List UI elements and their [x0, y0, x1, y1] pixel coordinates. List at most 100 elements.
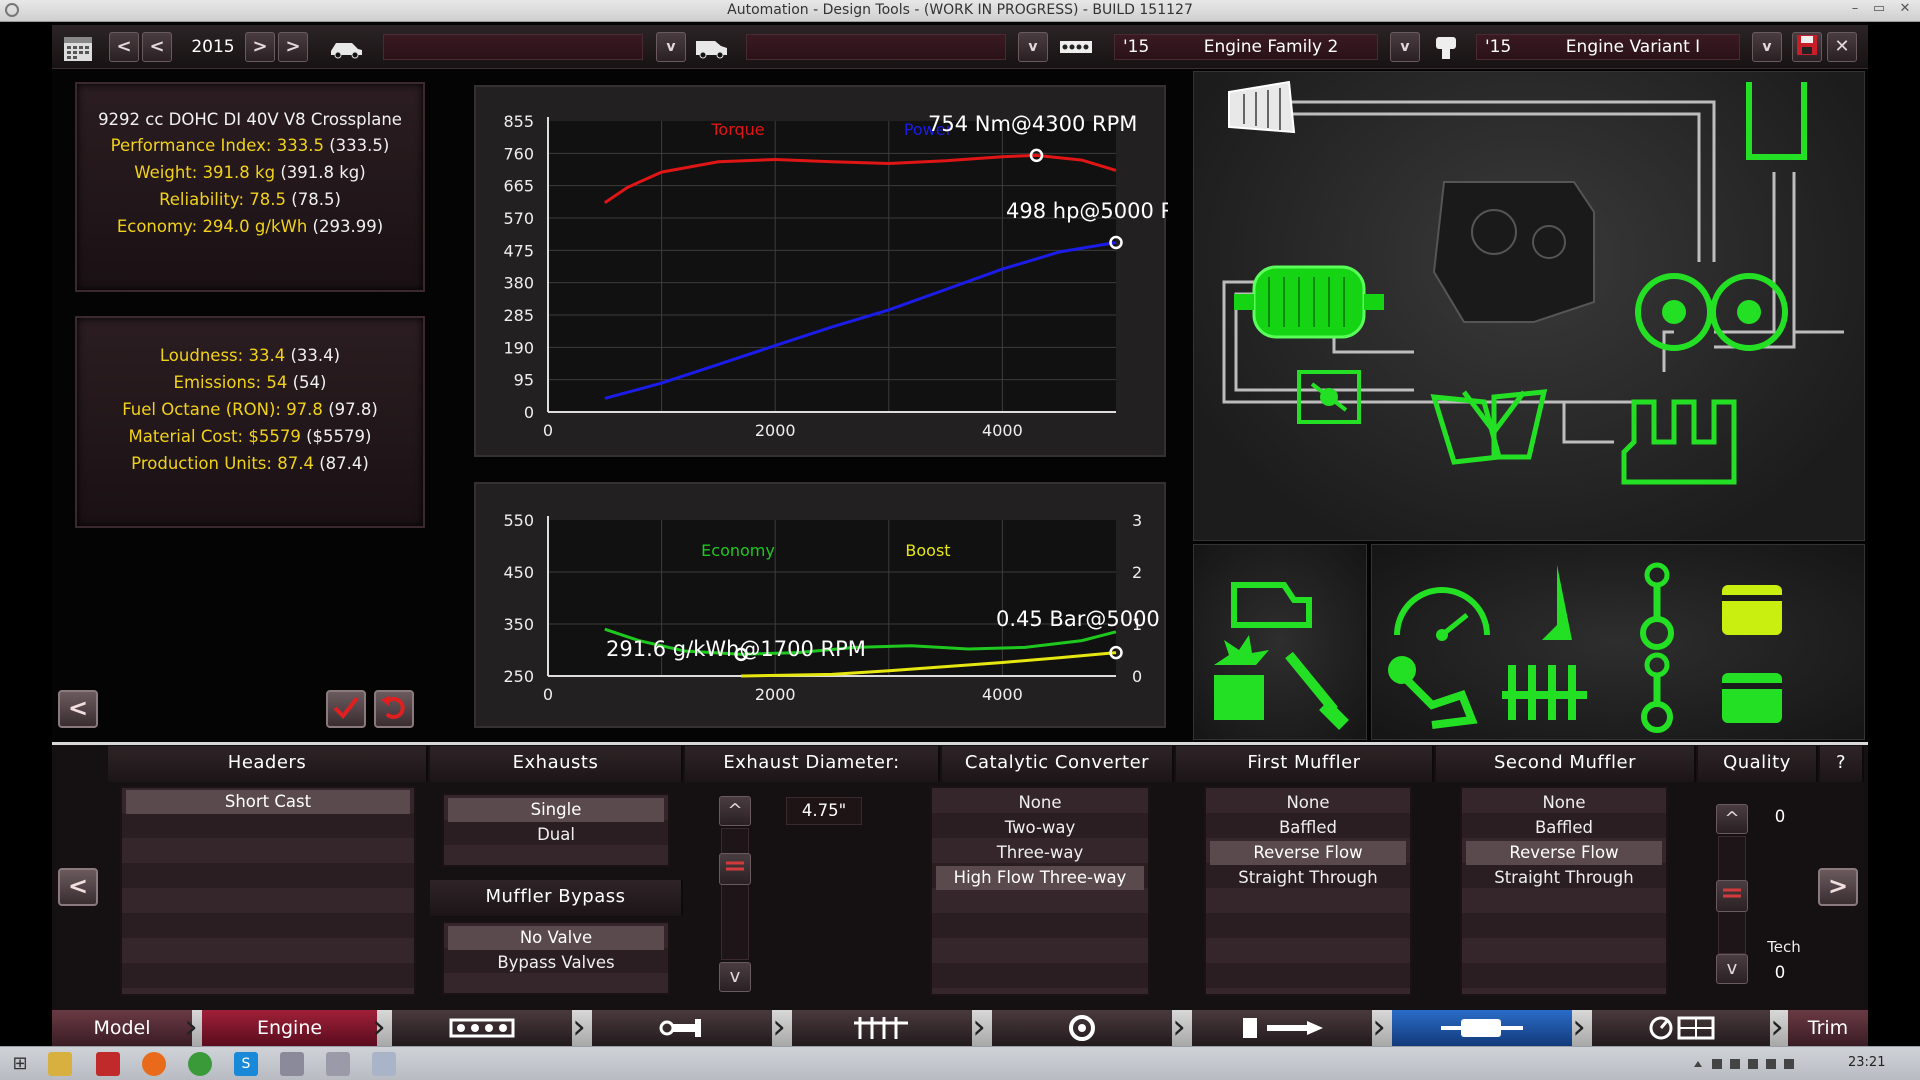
engine-damage-icon[interactable] — [1214, 635, 1269, 720]
exhaust-diameter-title: Exhaust Diameter: — [685, 746, 940, 782]
system-tray-icons[interactable] — [1690, 1055, 1810, 1073]
nav-engine[interactable]: Engine — [202, 1010, 377, 1046]
window-titlebar: Automation - Design Tools - (WORK IN PRO… — [0, 0, 1920, 22]
list-option[interactable]: Three-way — [936, 841, 1144, 865]
taskbar-app-icon[interactable] — [96, 1052, 120, 1076]
list-option[interactable]: Single — [448, 798, 664, 822]
model-family-dropdown-button[interactable]: v — [656, 32, 686, 62]
taskbar-app-icon-2[interactable] — [326, 1052, 350, 1076]
windows-start-icon[interactable]: ⊞ — [8, 1052, 32, 1076]
stat-label: Material Cost: — [128, 427, 244, 446]
list-option[interactable]: Reverse Flow — [1210, 841, 1406, 865]
engine-block-nav-icon — [449, 1018, 515, 1038]
intake-manifold-icon[interactable] — [1502, 665, 1587, 720]
nav-crank-tab[interactable] — [592, 1010, 772, 1046]
list-option[interactable]: Dual — [448, 823, 664, 847]
nav-head-tab[interactable] — [792, 1010, 972, 1046]
engine-family-dropdown-button[interactable]: v — [1390, 32, 1420, 62]
nav-trim[interactable]: Trim — [1788, 1010, 1868, 1046]
prev-section-button[interactable]: < — [58, 868, 98, 906]
engine-family-field[interactable]: '15 Engine Family 2 — [1114, 34, 1378, 60]
list-option[interactable]: Two-way — [936, 816, 1144, 840]
help-button[interactable]: ? — [1820, 746, 1864, 782]
maximize-icon[interactable]: ▭ — [1866, 0, 1892, 20]
diameter-slider-handle[interactable] — [719, 853, 751, 885]
nav-fuel-tab[interactable] — [1192, 1010, 1372, 1046]
nav-exhaust-tab[interactable] — [1392, 1010, 1572, 1046]
year-back-far-button[interactable]: < — [109, 32, 139, 62]
list-option[interactable]: High Flow Three-way — [936, 866, 1144, 890]
diameter-increase-button[interactable]: ^ — [719, 796, 751, 826]
trim-dropdown-button[interactable]: v — [1018, 32, 1048, 62]
chrome-icon[interactable] — [188, 1052, 212, 1076]
nav-model[interactable]: Model — [52, 1010, 192, 1046]
app-system-icon[interactable] — [5, 3, 19, 17]
piston-top-icon[interactable] — [1722, 585, 1782, 635]
piston-bottom-icon[interactable] — [1722, 673, 1782, 723]
y-tick-label: 190 — [503, 338, 534, 357]
list-option[interactable]: None — [936, 791, 1144, 815]
list-option[interactable]: Short Cast — [126, 790, 410, 814]
automation-taskbar-icon[interactable] — [280, 1052, 304, 1076]
close-window-icon[interactable]: ✕ — [1892, 0, 1918, 20]
diameter-decrease-button[interactable]: v — [719, 962, 751, 992]
x-tick-label: 0 — [543, 685, 553, 704]
nav-test-tab[interactable] — [1592, 1010, 1770, 1046]
conrod-top-icon[interactable] — [1640, 562, 1674, 650]
skype-icon[interactable]: S — [234, 1052, 258, 1076]
minimize-icon[interactable]: – — [1842, 0, 1868, 20]
valve-icon[interactable] — [1542, 565, 1572, 640]
undo-button[interactable] — [374, 690, 414, 728]
trim-field[interactable] — [746, 34, 1006, 60]
year-forward-far-button[interactable]: > — [278, 32, 308, 62]
list-option[interactable]: Baffled — [1466, 816, 1662, 840]
x-tick-label: 2000 — [755, 421, 796, 440]
next-section-button[interactable]: > — [1818, 868, 1858, 906]
conrod-bottom-icon[interactable] — [1641, 652, 1673, 733]
plot-area — [548, 121, 1116, 412]
tools-icon[interactable] — [1285, 651, 1349, 730]
engine-variant-field[interactable]: '15 Engine Variant I — [1476, 34, 1740, 60]
quality-increase-button[interactable]: ^ — [1716, 804, 1748, 834]
nav-block-tab[interactable] — [392, 1010, 572, 1046]
test-engine-button[interactable] — [326, 690, 366, 728]
exhaust-tip-icon[interactable] — [1746, 82, 1807, 160]
diameter-slider-track[interactable] — [721, 828, 749, 960]
turbocharger-icon[interactable] — [1635, 273, 1788, 351]
close-designer-icon[interactable]: ✕ — [1827, 32, 1857, 62]
list-option[interactable]: Straight Through — [1466, 866, 1662, 890]
list-option[interactable]: Bypass Valves — [448, 951, 664, 975]
list-option[interactable]: Baffled — [1210, 816, 1406, 840]
tech-value: 0 — [1774, 963, 1786, 982]
nav-chevron: › — [1372, 1007, 1386, 1047]
exhaust-manifold-icon[interactable] — [1621, 399, 1737, 485]
stat-paren: (333.5) — [329, 136, 390, 155]
nav-aspiration-tab[interactable] — [992, 1010, 1172, 1046]
model-family-field[interactable] — [383, 34, 643, 60]
save-icon[interactable] — [1792, 32, 1822, 62]
list-option[interactable]: Straight Through — [1210, 866, 1406, 890]
stat-value: 87.4 — [277, 454, 314, 473]
file-explorer-icon[interactable] — [48, 1052, 72, 1076]
year-forward-button[interactable]: > — [245, 32, 275, 62]
engine-overview-icon[interactable] — [1231, 582, 1312, 628]
list-option[interactable]: No Valve — [448, 926, 664, 950]
list-option[interactable]: None — [1466, 791, 1662, 815]
stat-value: 391.8 kg — [202, 163, 276, 182]
gauge-icon[interactable] — [1394, 587, 1490, 641]
series-label-boost: Boost — [905, 541, 950, 560]
y2-tick-label: 0 — [1132, 667, 1142, 686]
quality-decrease-button[interactable]: v — [1716, 954, 1748, 984]
list-option[interactable]: None — [1210, 791, 1406, 815]
catalytic-converter-icon[interactable] — [1234, 265, 1384, 339]
bypass-valve-icon[interactable] — [1297, 370, 1361, 424]
calendar-icon[interactable] — [61, 33, 95, 61]
firefox-icon[interactable] — [142, 1052, 166, 1076]
year-back-button[interactable]: < — [142, 32, 172, 62]
wrench-engine-icon[interactable] — [1388, 656, 1478, 729]
taskbar-app-icon-3[interactable] — [372, 1052, 396, 1076]
engine-variant-dropdown-button[interactable]: v — [1752, 32, 1782, 62]
list-option[interactable]: Reverse Flow — [1466, 841, 1662, 865]
collapse-left-button[interactable]: < — [58, 690, 98, 728]
quality-slider-handle[interactable] — [1716, 880, 1748, 912]
